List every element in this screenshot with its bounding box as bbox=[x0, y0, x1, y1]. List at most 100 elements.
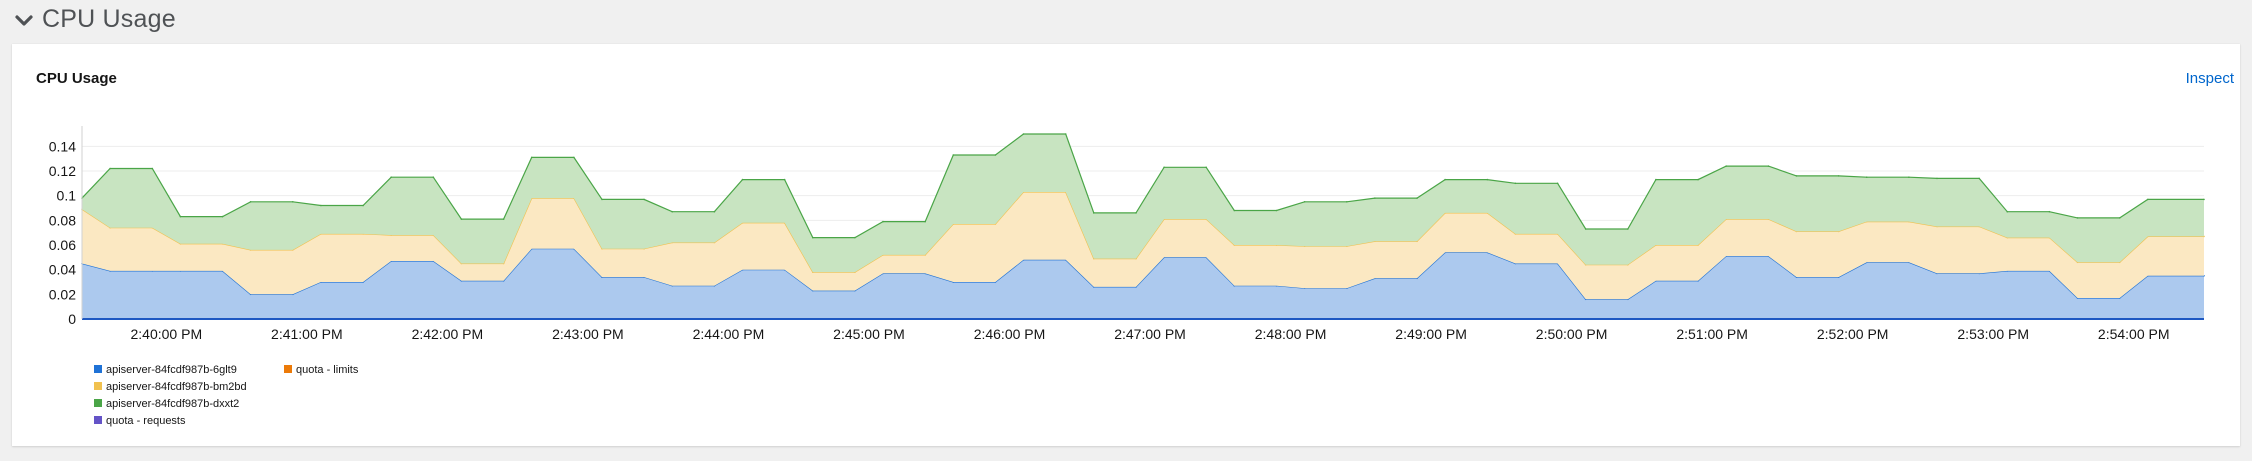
x-tick-label: 2:43:00 PM bbox=[552, 326, 624, 342]
legend-swatch bbox=[94, 416, 102, 424]
x-tick-label: 2:48:00 PM bbox=[1255, 326, 1327, 342]
data-point-2-18 bbox=[713, 210, 716, 213]
data-point-2-7 bbox=[320, 204, 322, 207]
data-point-2-22 bbox=[854, 236, 856, 239]
data-point-2-51 bbox=[1865, 176, 1868, 178]
data-point-2-42 bbox=[1556, 182, 1559, 185]
data-point-2-17 bbox=[671, 210, 673, 213]
legend-label: apiserver-84fcdf987b-6glt9 bbox=[106, 364, 237, 376]
data-point-2-25 bbox=[952, 154, 955, 156]
data-point-2-23 bbox=[882, 220, 884, 223]
x-tick-label: 2:51:00 PM bbox=[1676, 326, 1748, 342]
data-point-2-15 bbox=[601, 198, 603, 201]
y-tick-label: 0.06 bbox=[49, 237, 76, 253]
data-point-2-45 bbox=[1655, 178, 1657, 181]
data-point-2-20 bbox=[783, 178, 786, 181]
legend-label: quota - limits bbox=[296, 364, 359, 376]
section-header[interactable]: CPU Usage bbox=[0, 0, 2252, 42]
data-point-2-53 bbox=[1936, 177, 1938, 180]
x-tick-label: 2:49:00 PM bbox=[1395, 326, 1467, 342]
data-point-2-31 bbox=[1163, 166, 1165, 169]
data-point-2-58 bbox=[2118, 217, 2121, 219]
data-point-2-19 bbox=[741, 178, 744, 181]
data-point-2-28 bbox=[1064, 133, 1067, 135]
data-point-2-57 bbox=[2076, 217, 2079, 219]
data-point-2-36 bbox=[1346, 201, 1348, 203]
data-point-2-14 bbox=[573, 156, 575, 159]
data-point-2-4 bbox=[221, 215, 224, 218]
data-point-2-11 bbox=[460, 218, 463, 220]
data-point-2-21 bbox=[812, 236, 814, 239]
section-title: CPU Usage bbox=[42, 5, 176, 33]
x-tick-label: 2:46:00 PM bbox=[974, 326, 1046, 342]
y-tick-label: 0.04 bbox=[49, 262, 76, 278]
data-point-2-55 bbox=[2006, 210, 2009, 213]
data-point-2-24 bbox=[924, 220, 926, 223]
y-tick-label: 0.1 bbox=[57, 188, 77, 204]
data-point-2-9 bbox=[390, 176, 393, 178]
data-point-2-54 bbox=[1978, 177, 1980, 180]
data-point-2-33 bbox=[1233, 209, 1236, 212]
data-point-2-52 bbox=[1908, 176, 1910, 178]
data-point-2-34 bbox=[1275, 209, 1278, 212]
data-point-2-30 bbox=[1135, 212, 1137, 214]
y-tick-label: 0.14 bbox=[49, 138, 76, 154]
data-point-2-6 bbox=[292, 201, 294, 203]
data-point-2-35 bbox=[1303, 201, 1306, 203]
data-point-2-39 bbox=[1444, 178, 1446, 181]
x-tick-label: 2:44:00 PM bbox=[693, 326, 765, 342]
data-point-2-8 bbox=[362, 204, 364, 207]
legend-item[interactable]: apiserver-84fcdf987b-6glt9 bbox=[94, 364, 237, 376]
x-tick-label: 2:40:00 PM bbox=[131, 326, 203, 342]
x-tick-label: 2:52:00 PM bbox=[1817, 326, 1889, 342]
data-point-2-5 bbox=[249, 201, 252, 203]
y-tick-label: 0 bbox=[68, 311, 76, 327]
legend-item[interactable]: apiserver-84fcdf987b-bm2bd bbox=[94, 381, 247, 393]
data-point-2-2 bbox=[151, 167, 154, 170]
legend-item[interactable]: apiserver-84fcdf987b-dxxt2 bbox=[94, 398, 239, 410]
data-point-2-3 bbox=[179, 215, 182, 218]
data-point-2-1 bbox=[109, 167, 111, 170]
chevron-down-icon[interactable] bbox=[14, 11, 34, 31]
data-point-2-56 bbox=[2048, 210, 2051, 213]
x-tick-label: 2:41:00 PM bbox=[271, 326, 343, 342]
x-tick-label: 2:54:00 PM bbox=[2098, 326, 2170, 342]
data-point-2-48 bbox=[1767, 165, 1770, 167]
x-tick-label: 2:42:00 PM bbox=[412, 326, 484, 342]
legend-swatch bbox=[94, 399, 102, 407]
data-point-2-12 bbox=[502, 218, 505, 220]
legend-swatch bbox=[94, 365, 102, 373]
data-point-2-50 bbox=[1837, 175, 1840, 177]
chart-card: CPU Usage Inspect 0 0.02 0.04 0.06 0.08 0.1 0.… bbox=[12, 44, 2240, 446]
data-point-2-40 bbox=[1486, 178, 1489, 181]
y-tick-label: 0.08 bbox=[49, 212, 76, 228]
data-point-2-37 bbox=[1374, 197, 1376, 199]
data-point-2-49 bbox=[1795, 175, 1798, 177]
data-point-2-27 bbox=[1022, 133, 1025, 135]
x-tick-label: 2:45:00 PM bbox=[833, 326, 905, 342]
x-tick-label: 2:53:00 PM bbox=[1957, 326, 2029, 342]
data-point-2-26 bbox=[994, 154, 997, 156]
data-point-2-43 bbox=[1584, 228, 1587, 230]
legend-label: quota - requests bbox=[106, 415, 186, 427]
x-tick-label: 2:47:00 PM bbox=[1114, 326, 1186, 342]
legend-item[interactable]: quota - requests bbox=[94, 415, 186, 427]
data-point-2-13 bbox=[530, 156, 533, 159]
data-point-2-44 bbox=[1627, 228, 1629, 230]
legend-swatch bbox=[284, 365, 292, 373]
y-tick-label: 0.12 bbox=[49, 163, 76, 179]
data-point-2-59 bbox=[2147, 198, 2149, 201]
data-point-2-60 bbox=[2203, 198, 2205, 201]
legend-label: apiserver-84fcdf987b-dxxt2 bbox=[106, 398, 239, 410]
legend-item[interactable]: quota - limits bbox=[284, 364, 359, 376]
legend-label: apiserver-84fcdf987b-bm2bd bbox=[106, 381, 247, 393]
y-tick-label: 0.02 bbox=[49, 286, 76, 302]
legend-swatch bbox=[94, 382, 102, 390]
data-point-2-32 bbox=[1205, 166, 1207, 169]
data-point-2-16 bbox=[643, 198, 645, 201]
data-point-2-38 bbox=[1416, 197, 1418, 199]
data-point-2-29 bbox=[1093, 212, 1095, 214]
data-point-2-47 bbox=[1725, 165, 1727, 167]
x-tick-label: 2:50:00 PM bbox=[1536, 326, 1608, 342]
data-point-2-10 bbox=[432, 176, 435, 178]
